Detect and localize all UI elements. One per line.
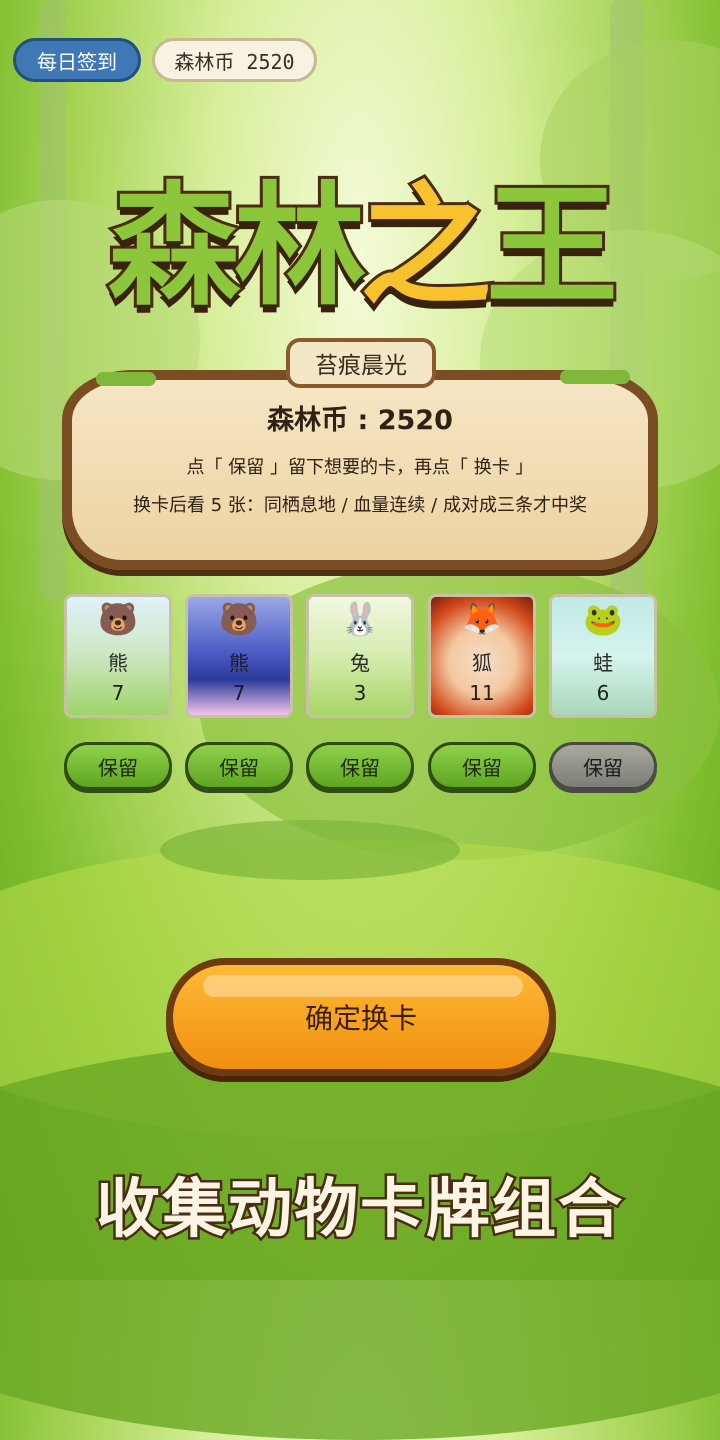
keep-button-1[interactable]: 保留 bbox=[64, 742, 172, 790]
confirm-swap-button[interactable]: 确定换卡 bbox=[166, 958, 556, 1076]
animal-card-1[interactable]: 🐻 熊 7 bbox=[64, 594, 172, 718]
card-animal-name: 兔 bbox=[350, 651, 370, 675]
card-value: 3 bbox=[353, 681, 367, 705]
keep-button-4[interactable]: 保留 bbox=[428, 742, 536, 790]
animal-card-3[interactable]: 🐰 兔 3 bbox=[306, 594, 414, 718]
daily-checkin-button[interactable]: 每日签到 bbox=[13, 38, 141, 82]
level-title-tab: 苔痕晨光 bbox=[286, 338, 436, 388]
animal-card-5[interactable]: 🐸 蛙 6 bbox=[549, 594, 657, 718]
game-logo: 森林之王 bbox=[0, 140, 720, 331]
moss-decoration bbox=[560, 370, 630, 384]
confirm-swap-label: 确定换卡 bbox=[304, 1002, 417, 1035]
animal-card-2[interactable]: 🐻 熊 7 bbox=[185, 594, 293, 718]
coin-balance-badge: 森林币 2520 bbox=[152, 38, 317, 82]
instruction-line-2: 换卡后看 5 张：同栖息地 / 血量连续 / 成对成三条才中奖 bbox=[133, 495, 587, 516]
card-animal-name: 蛙 bbox=[593, 651, 613, 675]
card-value: 7 bbox=[111, 681, 125, 705]
keep-button-2[interactable]: 保留 bbox=[185, 742, 293, 790]
frog-icon: 🐸 bbox=[583, 600, 623, 638]
moss-decoration bbox=[96, 372, 156, 386]
fox-icon: 🦊 bbox=[462, 600, 502, 638]
panel-coin-count: 森林币 : 2520 bbox=[267, 405, 453, 436]
bear-icon: 🐻 bbox=[98, 600, 138, 638]
button-shine bbox=[203, 975, 523, 997]
logo-text-part1: 森林 bbox=[105, 167, 369, 327]
card-value: 6 bbox=[596, 681, 610, 705]
card-value: 11 bbox=[469, 681, 495, 705]
card-animal-name: 狐 bbox=[472, 651, 492, 675]
logo-text-part3: 王 bbox=[483, 167, 621, 327]
card-animal-name: 熊 bbox=[229, 651, 249, 675]
animal-card-4[interactable]: 🦊 狐 11 bbox=[428, 594, 536, 718]
bear-icon: 🐻 bbox=[219, 600, 259, 638]
promo-slogan: 收集动物卡牌组合 bbox=[94, 1171, 625, 1250]
keep-button-5[interactable]: 保留 bbox=[549, 742, 657, 790]
card-value: 7 bbox=[232, 681, 246, 705]
instruction-line-1: 点「 保留 」留下想要的卡，再点「 换卡 」 bbox=[186, 457, 534, 478]
rabbit-icon: 🐰 bbox=[340, 600, 380, 638]
logo-text-part2: 之 bbox=[357, 167, 495, 327]
keep-button-3[interactable]: 保留 bbox=[306, 742, 414, 790]
card-animal-name: 熊 bbox=[108, 651, 128, 675]
